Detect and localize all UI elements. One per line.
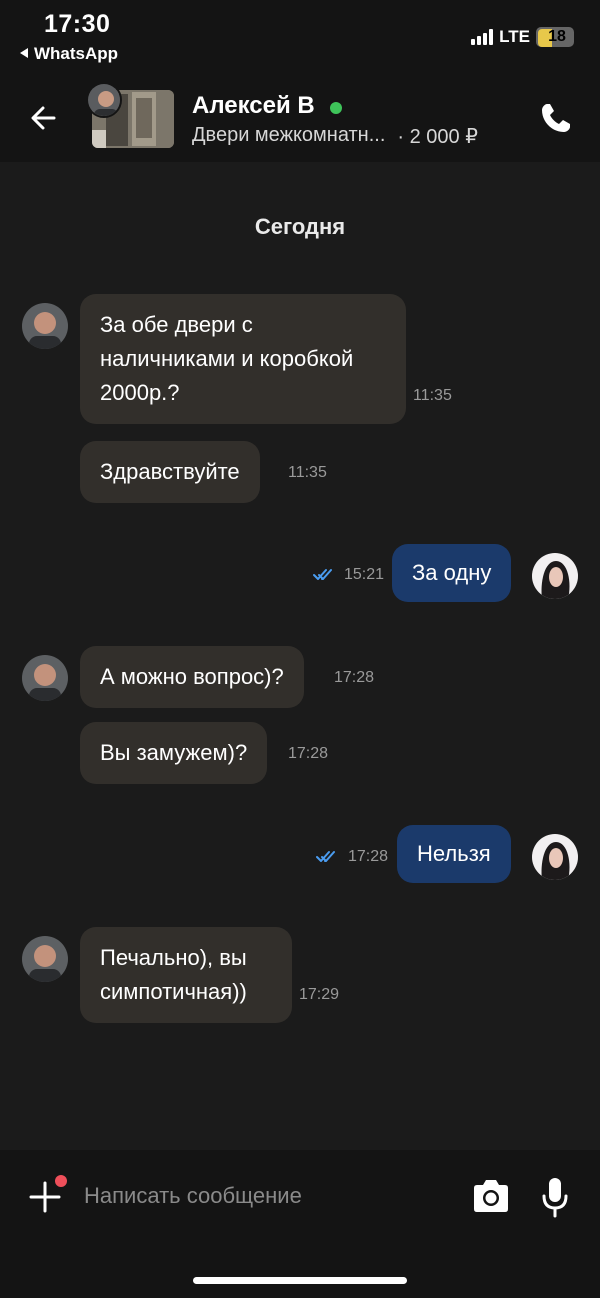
battery-percent: 18 xyxy=(548,28,566,45)
signal-icon xyxy=(471,29,494,45)
message-bubble-outgoing[interactable]: Нельзя xyxy=(397,825,511,883)
phone-icon[interactable] xyxy=(536,98,576,138)
listing-title: Двери межкомнатн... xyxy=(192,124,386,146)
listing-info[interactable]: Двери межкомнатн... · 2 000 ₽ xyxy=(192,124,478,149)
message-time: 11:35 xyxy=(288,464,327,481)
microphone-icon[interactable] xyxy=(540,1176,570,1218)
contact-avatar[interactable] xyxy=(22,655,68,701)
back-to-app-link[interactable]: WhatsApp xyxy=(20,44,118,64)
message-bubble-incoming[interactable]: Здравствуйте xyxy=(80,441,260,503)
date-separator: Сегодня xyxy=(254,214,346,239)
network-type: LTE xyxy=(499,27,530,46)
user-avatar[interactable] xyxy=(532,834,578,880)
contact-avatar[interactable] xyxy=(22,936,68,982)
contact-avatar[interactable] xyxy=(22,303,68,349)
message-time: 17:28 xyxy=(334,669,375,686)
message-time: 17:28 xyxy=(288,745,329,762)
message-time: 11:35 xyxy=(413,387,452,404)
camera-icon[interactable] xyxy=(470,1178,512,1214)
read-ticks-icon xyxy=(316,851,335,862)
message-bubble-incoming[interactable]: За обе двери с наличниками и коробкой 20… xyxy=(80,294,406,424)
status-bar: 17:30 WhatsApp LTE 18 xyxy=(0,0,600,80)
message-time: 17:29 xyxy=(299,986,340,1003)
message-bubble-outgoing[interactable]: За одну xyxy=(392,544,512,602)
listing-price: · 2 000 ₽ xyxy=(397,126,478,148)
contact-name[interactable]: Алексей В xyxy=(192,92,315,120)
status-time: 17:30 xyxy=(44,10,111,38)
home-indicator[interactable] xyxy=(193,1277,407,1284)
back-triangle-icon xyxy=(20,48,28,58)
notification-dot xyxy=(55,1175,67,1187)
read-ticks-icon xyxy=(313,569,332,580)
message-bubble-incoming[interactable]: Печально), вы симпотичная)) xyxy=(80,927,292,1023)
chat-header: Алексей В Двери межкомнатн... · 2 000 ₽ xyxy=(0,80,600,162)
message-input[interactable] xyxy=(84,1176,444,1216)
user-avatar[interactable] xyxy=(532,553,578,599)
back-app-label: WhatsApp xyxy=(34,44,119,63)
message-time: 17:28 xyxy=(348,848,389,865)
message-composer xyxy=(0,1150,600,1298)
online-status-dot xyxy=(330,102,342,114)
back-arrow-icon[interactable] xyxy=(24,98,64,138)
contact-avatar[interactable] xyxy=(86,82,122,118)
message-time: 15:21 xyxy=(344,566,385,583)
message-bubble-incoming[interactable]: А можно вопрос)? xyxy=(80,646,304,708)
message-bubble-incoming[interactable]: Вы замужем)? xyxy=(80,722,268,784)
